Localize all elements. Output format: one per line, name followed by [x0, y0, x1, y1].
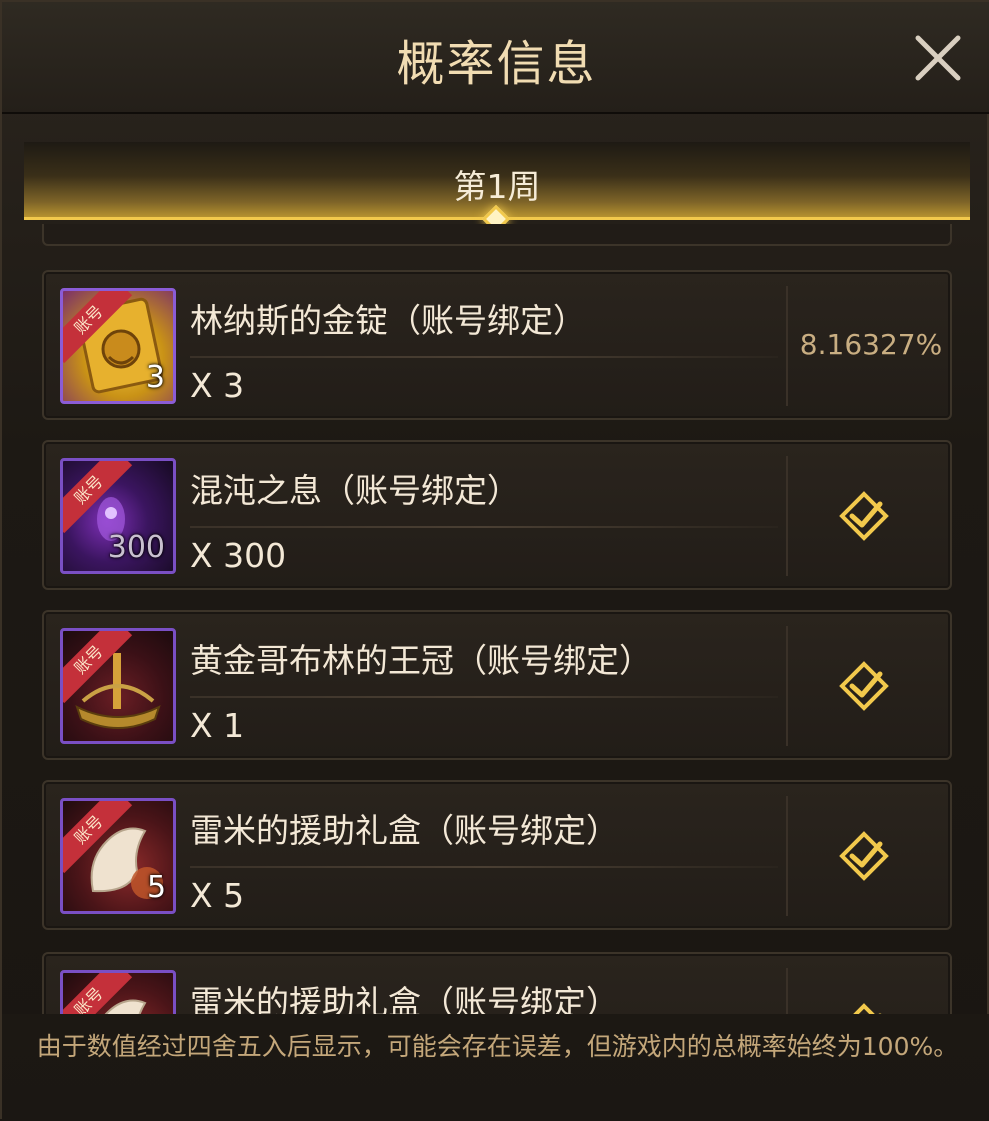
gift-box-icon[interactable]: 账号 5: [60, 798, 176, 914]
list-item: 账号 5 雷米的援助礼盒（账号绑定） X 5: [42, 780, 952, 930]
gift-box-icon[interactable]: 账号: [60, 970, 176, 1014]
guaranteed-check-icon: [839, 491, 889, 541]
item-name: 雷米的援助礼盒（账号绑定）: [190, 811, 619, 850]
item-name: 黄金哥布林的王冠（账号绑定）: [190, 641, 652, 680]
item-quantity-badge: 3: [145, 360, 165, 395]
list-item-partial-top: [42, 224, 952, 246]
divider: [190, 866, 778, 868]
item-quantity-badge: 300: [107, 530, 165, 565]
disclaimer-footer: 由于数值经过四舍五入后显示，可能会存在误差，但游戏内的总概率始终为100%。: [2, 1014, 989, 1121]
list-item: 账号 3 林纳斯的金锭（账号绑定） X 3 8.16327%: [42, 270, 952, 420]
column-divider: [786, 796, 788, 916]
close-icon: [915, 35, 961, 81]
list-item: 账号 300 混沌之息（账号绑定） X 300: [42, 440, 952, 590]
item-count: X 3: [190, 366, 245, 405]
column-divider: [786, 456, 788, 576]
column-divider: [786, 626, 788, 746]
guaranteed-check-icon: [853, 1003, 882, 1014]
item-quantity-badge: 5: [147, 870, 167, 905]
tab-label: 第1周: [453, 167, 541, 206]
item-name: 混沌之息（账号绑定）: [190, 471, 520, 510]
divider: [190, 526, 778, 528]
guaranteed-check-icon: [839, 661, 889, 711]
close-button[interactable]: [910, 30, 966, 86]
reward-list[interactable]: 账号 3 林纳斯的金锭（账号绑定） X 3 8.16327% 账号 300 混沌…: [24, 224, 970, 1014]
item-name: 雷米的援助礼盒（账号绑定）: [190, 983, 619, 1014]
column-divider: [786, 968, 788, 1014]
divider: [190, 356, 778, 358]
item-name: 林纳斯的金锭（账号绑定）: [190, 301, 586, 340]
list-item: 账号 雷米的援助礼盒（账号绑定）: [42, 952, 952, 1014]
list-item: 账号 黄金哥布林的王冠（账号绑定） X 1: [42, 610, 952, 760]
chaos-breath-icon[interactable]: 账号 300: [60, 458, 176, 574]
item-count: X 300: [190, 536, 287, 575]
item-probability: 8.16327%: [799, 328, 943, 361]
dialog-header: 概率信息: [2, 2, 989, 114]
item-count: X 1: [190, 706, 245, 745]
probability-dialog: 概率信息 第1周 账号 3 林纳斯的金锭（账号绑定） X 3 8.16327% …: [0, 0, 989, 1121]
guaranteed-check-icon: [839, 831, 889, 881]
goblin-crown-icon[interactable]: 账号: [60, 628, 176, 744]
divider: [190, 696, 778, 698]
dialog-title: 概率信息: [396, 36, 597, 92]
gold-ingot-icon[interactable]: 账号 3: [60, 288, 176, 404]
item-count: X 5: [190, 876, 245, 915]
rounding-disclaimer: 由于数值经过四舍五入后显示，可能会存在误差，但游戏内的总概率始终为100%。: [36, 1032, 959, 1061]
